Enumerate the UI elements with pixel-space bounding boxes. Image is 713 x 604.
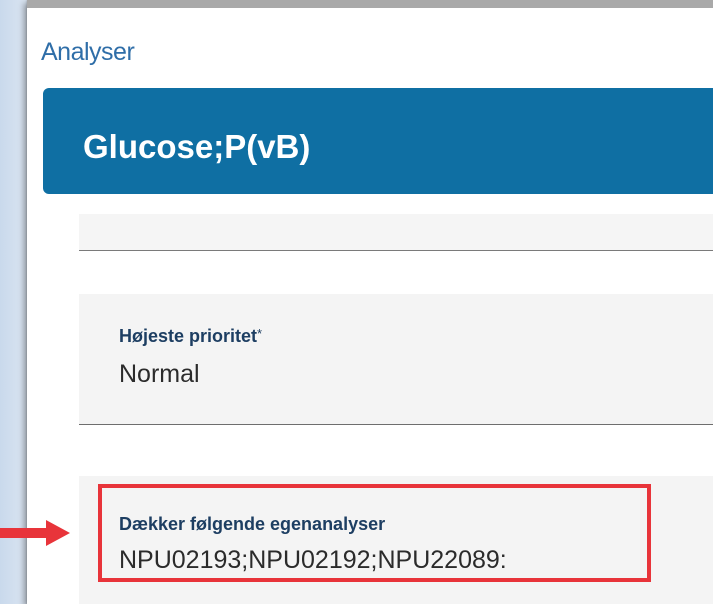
highlight-box	[98, 484, 651, 582]
form-field-collapsed[interactable]	[79, 214, 713, 251]
section-title: Analyser	[41, 38, 135, 66]
priority-value: Normal	[119, 360, 200, 388]
priority-label: Højeste prioritet*	[119, 326, 262, 347]
analysis-header: Glucose;P(vB)	[43, 88, 713, 194]
arrow-right-icon	[0, 520, 70, 546]
required-mark: *	[257, 326, 263, 341]
priority-field[interactable]: Højeste prioritet* Normal	[79, 294, 713, 425]
analysis-title: Glucose;P(vB)	[83, 128, 311, 165]
priority-label-text: Højeste prioritet	[119, 326, 258, 346]
